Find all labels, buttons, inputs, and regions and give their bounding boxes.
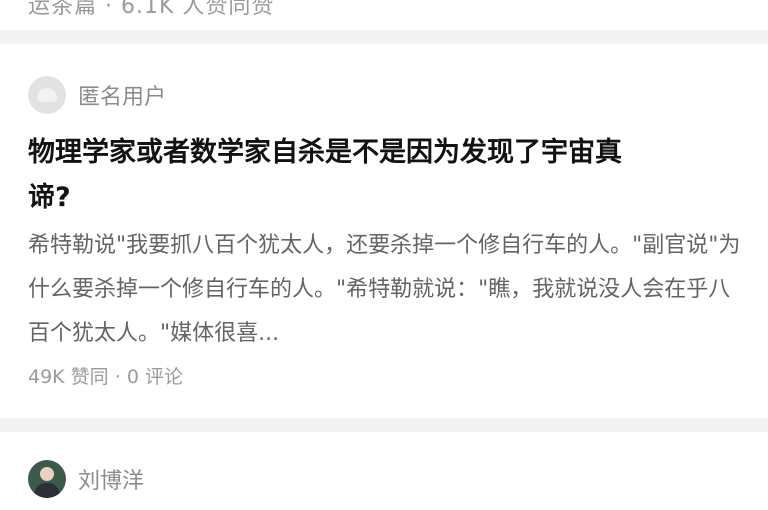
next-answer-card[interactable]: 刘博洋 xyxy=(0,432,768,510)
previous-answer-card[interactable]: 运茶篇 · 6.1K 人赞同赞 xyxy=(0,0,768,30)
anonymous-avatar-icon[interactable] xyxy=(28,76,66,114)
likes-count: 49K 赞同 xyxy=(28,366,109,388)
answer-stats: 49K 赞同 · 0 评论 xyxy=(28,362,183,389)
question-title[interactable]: 物理学家或者数学家自杀是不是因为发现了宇宙真谛? xyxy=(28,130,638,220)
next-author-row[interactable]: 刘博洋 xyxy=(28,460,144,498)
next-author-name[interactable]: 刘博洋 xyxy=(78,463,144,495)
previous-answer-meta: 运茶篇 · 6.1K 人赞同赞 xyxy=(28,0,275,19)
user-avatar-icon[interactable] xyxy=(28,460,66,498)
author-row[interactable]: 匿名用户 xyxy=(28,76,166,114)
comments-count: 0 评论 xyxy=(126,366,183,388)
answer-card[interactable]: 匿名用户 物理学家或者数学家自杀是不是因为发现了宇宙真谛? 希特勒说"我要抓八百… xyxy=(0,44,768,418)
author-name[interactable]: 匿名用户 xyxy=(78,79,166,111)
answer-excerpt[interactable]: 希特勒说"我要抓八百个犹太人，还要杀掉一个修自行车的人。"副官说"为什么要杀掉一… xyxy=(28,224,752,356)
stats-separator: · xyxy=(114,366,121,388)
